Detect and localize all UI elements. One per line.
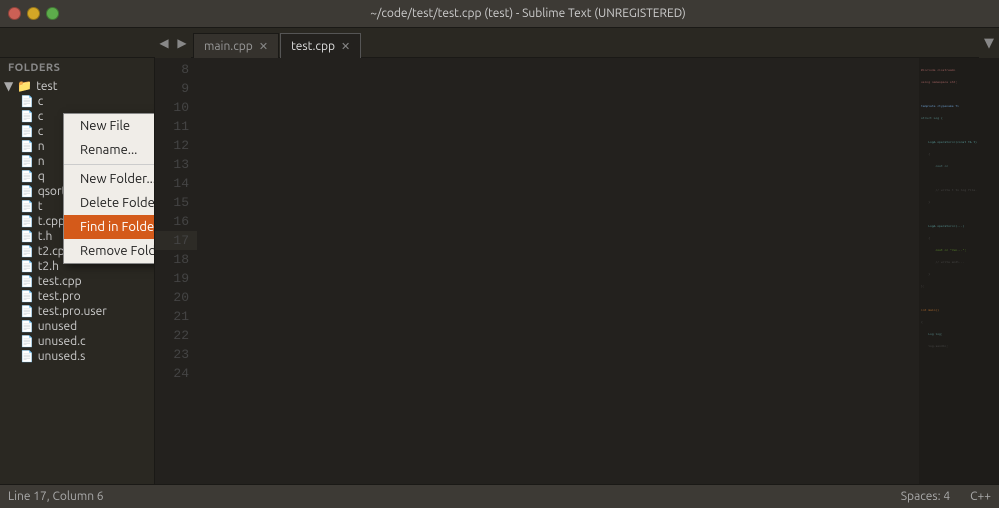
sidebar-folder-test[interactable]: ▼ 📁 test [0, 78, 154, 94]
code-editor[interactable]: // write t to log file. } Log& operator<… [197, 58, 919, 484]
file-icon: 📄 [20, 290, 34, 303]
menu-new-folder-label: New Folder... [80, 172, 155, 186]
menu-new-file[interactable]: New File [64, 114, 155, 138]
file-icon: 📄 [20, 350, 34, 363]
menu-remove-folder[interactable]: Remove Folder from Project [64, 239, 155, 263]
menu-rename[interactable]: Rename... [64, 138, 155, 162]
sidebar: FOLDERS ▼ 📁 test 📄 c 📄 c 📄 c 📄 n 📄 n [0, 58, 155, 484]
sidebar-file-unuseds-label: unused.s [38, 350, 86, 363]
sidebar-file-unusedc[interactable]: 📄 unused.c [0, 334, 154, 349]
file-icon: 📄 [20, 185, 34, 198]
sidebar-file-t-label: t [38, 200, 43, 213]
sidebar-file-c1-label: c [38, 95, 44, 108]
file-icon: 📄 [20, 170, 34, 183]
sidebar-file-unusedc-label: unused.c [38, 335, 86, 348]
sidebar-file-n1-label: n [38, 140, 45, 153]
tab-nav-arrows: ◀ ▶ [155, 28, 191, 58]
tab-test-cpp-close[interactable]: ✕ [341, 40, 350, 53]
folder-open-icon: ▼ [4, 79, 13, 93]
sidebar-file-n2-label: n [38, 155, 45, 168]
statusbar-right: Spaces: 4 C++ [901, 490, 991, 503]
file-icon: 📄 [20, 200, 34, 213]
sidebar-file-testpro-label: test.pro [38, 290, 81, 303]
file-icon: 📄 [20, 215, 34, 228]
file-icon: 📄 [20, 305, 34, 318]
menu-find-in-folder-label: Find in Folder... [80, 220, 155, 234]
file-icon: 📄 [20, 125, 34, 138]
sidebar-file-testcpp-label: test.cpp [38, 275, 82, 288]
menu-find-in-folder[interactable]: Find in Folder... [64, 215, 155, 239]
menu-remove-folder-label: Remove Folder from Project [80, 244, 155, 258]
statusbar-spaces: Spaces: 4 [901, 490, 950, 503]
sidebar-file-t2h-label: t2.h [38, 260, 59, 273]
sidebar-file-unused[interactable]: 📄 unused [0, 319, 154, 334]
titlebar: ~/code/test/test.cpp (test) - Sublime Te… [0, 0, 999, 28]
menu-delete-folder-label: Delete Folder [80, 196, 155, 210]
context-menu: New File Rename... New Folder... Delete … [63, 113, 155, 264]
file-icon: 📄 [20, 155, 34, 168]
statusbar: Line 17, Column 6 Spaces: 4 C++ [0, 484, 999, 508]
file-icon: 📄 [20, 230, 34, 243]
sidebar-folder-test-label: test [36, 80, 57, 93]
sidebar-file-c1[interactable]: 📄 c [0, 94, 154, 109]
menu-delete-folder[interactable]: Delete Folder [64, 191, 155, 215]
line-numbers: 8 9 10 11 12 13 14 15 16 17 18 19 20 21 … [155, 58, 197, 484]
sidebar-file-testpro[interactable]: 📄 test.pro [0, 289, 154, 304]
minimize-button[interactable] [27, 7, 40, 20]
tab-dropdown-button[interactable]: ▼ [979, 28, 999, 58]
menu-rename-label: Rename... [80, 143, 137, 157]
sidebar-file-testprouser-label: test.pro.user [38, 305, 107, 318]
tab-main-cpp-label: main.cpp [204, 40, 253, 53]
tab-next-button[interactable]: ▶ [173, 28, 191, 58]
folder-icon: 📁 [17, 79, 32, 93]
sidebar-header: FOLDERS [0, 58, 154, 78]
editor[interactable]: 8 9 10 11 12 13 14 15 16 17 18 19 20 21 … [155, 58, 999, 484]
minimap-content: #include <iostream> using namespace std;… [919, 58, 999, 358]
menu-new-file-label: New File [80, 119, 130, 133]
sidebar-file-tcpp-label: t.cpp [38, 215, 65, 228]
sidebar-file-testprouser[interactable]: 📄 test.pro.user [0, 304, 154, 319]
file-icon: 📄 [20, 95, 34, 108]
tab-test-cpp[interactable]: test.cpp ✕ [280, 33, 361, 59]
file-icon: 📄 [20, 245, 34, 258]
main-area: FOLDERS ▼ 📁 test 📄 c 📄 c 📄 c 📄 n 📄 n [0, 58, 999, 484]
statusbar-position: Line 17, Column 6 [8, 490, 104, 503]
sidebar-file-q-label: q [38, 170, 45, 183]
sidebar-file-th-label: t.h [38, 230, 53, 243]
tab-prev-button[interactable]: ◀ [155, 28, 173, 58]
tab-test-cpp-label: test.cpp [291, 40, 335, 53]
sidebar-file-unused-label: unused [38, 320, 77, 333]
menu-new-folder[interactable]: New Folder... [64, 167, 155, 191]
tab-main-cpp-close[interactable]: ✕ [259, 40, 268, 53]
sidebar-file-c2-label: c [38, 110, 44, 123]
maximize-button[interactable] [46, 7, 59, 20]
file-icon: 📄 [20, 260, 34, 273]
file-icon: 📄 [20, 140, 34, 153]
file-icon: 📄 [20, 275, 34, 288]
statusbar-language: C++ [970, 490, 991, 503]
window-title: ~/code/test/test.cpp (test) - Sublime Te… [65, 7, 991, 20]
tab-main-cpp[interactable]: main.cpp ✕ [193, 33, 279, 59]
sidebar-file-unuseds[interactable]: 📄 unused.s [0, 349, 154, 364]
file-icon: 📄 [20, 335, 34, 348]
sidebar-file-c3-label: c [38, 125, 44, 138]
file-icon: 📄 [20, 110, 34, 123]
file-icon: 📄 [20, 320, 34, 333]
menu-separator-1 [64, 164, 155, 165]
minimap[interactable]: #include <iostream> using namespace std;… [919, 58, 999, 484]
sidebar-file-testcpp[interactable]: 📄 test.cpp [0, 274, 154, 289]
close-button[interactable] [8, 7, 21, 20]
